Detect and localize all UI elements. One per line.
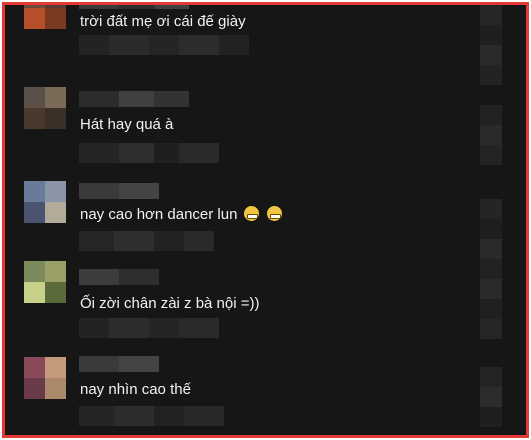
comment-item: trời đất mẹ ơi cái đế giày xyxy=(5,5,526,85)
comment-text: Ối zời chân zài z bà nội =)) xyxy=(80,295,260,312)
comment-text: nay nhìn cao thế xyxy=(80,381,191,398)
comment-text: trời đất mẹ ơi cái đế giày xyxy=(80,13,246,30)
comment-actions-blurred[interactable] xyxy=(79,35,249,55)
username-blurred[interactable] xyxy=(79,183,159,199)
comment-item: Hát hay quá à xyxy=(5,85,526,165)
avatar[interactable] xyxy=(24,181,66,223)
comment-text: nay cao hơn dancer lun xyxy=(80,206,282,224)
comment-actions-blurred[interactable] xyxy=(79,406,224,426)
avatar[interactable] xyxy=(24,5,66,29)
comment-item: nay cao hơn dancer lun xyxy=(5,179,526,279)
username-blurred[interactable] xyxy=(79,91,189,107)
grinning-face-emoji xyxy=(243,206,259,221)
username-blurred[interactable] xyxy=(79,356,159,372)
avatar[interactable] xyxy=(24,357,66,399)
comment-list: trời đất mẹ ơi cái đế giày Hát hay quá à xyxy=(2,2,529,438)
avatar[interactable] xyxy=(24,261,66,303)
grinning-face-emoji xyxy=(266,206,282,221)
username-blurred[interactable] xyxy=(79,5,189,9)
comment-actions-blurred[interactable] xyxy=(79,318,219,338)
like-count-blurred[interactable] xyxy=(480,105,502,165)
comment-text: Hát hay quá à xyxy=(80,116,174,133)
comment-text-label: nay cao hơn dancer lun xyxy=(80,206,238,223)
like-count-blurred[interactable] xyxy=(480,279,502,339)
comment-item: Ối zời chân zài z bà nội =)) xyxy=(5,261,526,341)
comment-item: nay nhìn cao thế xyxy=(5,351,526,431)
username-blurred[interactable] xyxy=(79,269,159,285)
like-count-blurred[interactable] xyxy=(480,367,502,427)
comment-actions-blurred[interactable] xyxy=(79,231,214,251)
like-count-blurred[interactable] xyxy=(480,5,502,85)
avatar[interactable] xyxy=(24,87,66,129)
comment-actions-blurred[interactable] xyxy=(79,143,219,163)
